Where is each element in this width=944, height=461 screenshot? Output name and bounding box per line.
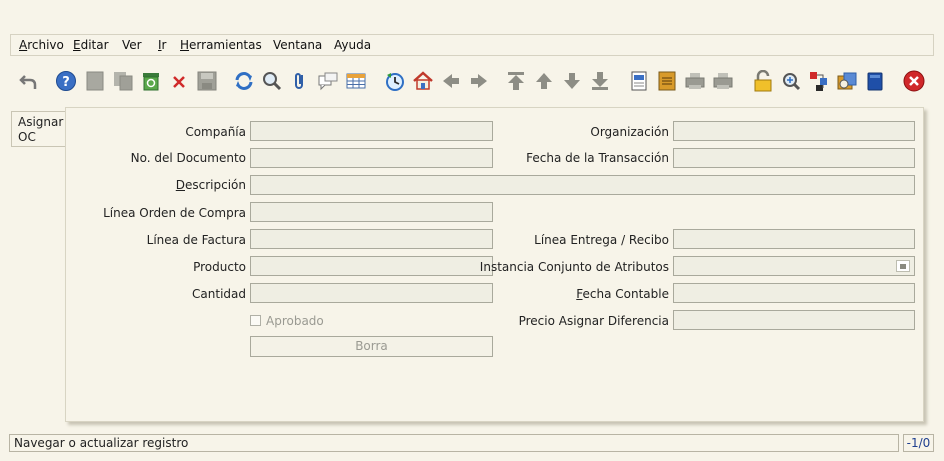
menu-herramientas[interactable]: Herramientas <box>180 38 262 52</box>
menu-herramientas-label: erramientas <box>189 38 262 52</box>
fecha-contable-label: Fecha Contable <box>576 287 669 301</box>
instancia-atributos-label: Instancia Conjunto de Atributos <box>479 260 669 274</box>
menu-editar-mnemonic: E <box>73 38 81 52</box>
compania-field[interactable] <box>250 121 493 141</box>
no-documento-field[interactable] <box>250 148 493 168</box>
compania-label: Compañía <box>185 125 246 139</box>
help-icon[interactable]: ? <box>53 66 79 96</box>
record-info[interactable]: -1/0 <box>903 434 934 452</box>
svg-text:?: ? <box>62 75 70 90</box>
linea-orden-compra-field[interactable] <box>250 202 493 222</box>
cantidad-label: Cantidad <box>192 287 246 301</box>
organizacion-label: Organización <box>590 125 669 139</box>
print-icon[interactable] <box>710 66 736 96</box>
descripcion-label-rest: escripción <box>185 178 246 192</box>
cantidad-field[interactable] <box>250 283 493 303</box>
fecha-contable-field[interactable] <box>673 283 915 303</box>
menu-ayuda[interactable]: Ayuda <box>334 38 371 52</box>
next-icon[interactable] <box>466 66 492 96</box>
menu-ver[interactable]: Ver <box>122 38 142 52</box>
first-record-icon[interactable] <box>503 66 529 96</box>
producto-field[interactable] <box>250 256 493 276</box>
exit-icon[interactable] <box>901 66 927 96</box>
requests-icon[interactable] <box>834 66 860 96</box>
previous-record-icon[interactable] <box>531 66 557 96</box>
menu-archivo[interactable]: Archivo <box>19 38 64 52</box>
menu-ventana[interactable]: Ventana <box>273 38 322 52</box>
home-icon[interactable] <box>410 66 436 96</box>
fecha-contable-label-rest: echa Contable <box>582 287 669 301</box>
linea-factura-field[interactable] <box>250 229 493 249</box>
print-preview-icon[interactable] <box>682 66 708 96</box>
menu-editar-label: ditar <box>80 38 109 52</box>
zoom-across-icon[interactable] <box>778 66 804 96</box>
report-icon[interactable] <box>626 66 652 96</box>
precio-diferencia-field[interactable] <box>673 310 915 330</box>
find-icon[interactable] <box>259 66 285 96</box>
delete-icon[interactable] <box>138 66 164 96</box>
copy-record-icon[interactable] <box>110 66 136 96</box>
fecha-transaccion-field[interactable] <box>673 148 915 168</box>
product-info-icon[interactable] <box>862 66 888 96</box>
toolbar: ? <box>0 66 944 98</box>
precio-diferencia-label: Precio Asignar Diferencia <box>518 314 669 328</box>
aprobado-checkbox[interactable] <box>250 315 261 326</box>
delete-selection-icon[interactable] <box>166 66 192 96</box>
menu-ir[interactable]: Ir <box>158 38 166 52</box>
next-record-icon[interactable] <box>559 66 585 96</box>
status-bar: Navegar o actualizar registro <box>9 434 899 452</box>
menu-ir-label: r <box>161 38 167 52</box>
menu-bar: Archivo Editar Ver Ir Herramientas Venta… <box>10 34 934 56</box>
linea-orden-compra-label: Línea Orden de Compra <box>103 206 246 220</box>
lookup-icon <box>900 263 906 269</box>
menu-archivo-mnemonic: A <box>19 38 28 52</box>
new-record-icon[interactable] <box>82 66 108 96</box>
borra-button[interactable]: Borra <box>250 336 493 357</box>
history-icon[interactable] <box>382 66 408 96</box>
aprobado-label: Aprobado <box>266 314 324 328</box>
instancia-atributos-field[interactable] <box>673 256 915 276</box>
chat-icon[interactable] <box>315 66 341 96</box>
refresh-icon[interactable] <box>231 66 257 96</box>
linea-entrega-label: Línea Entrega / Recibo <box>534 233 669 247</box>
linea-factura-label: Línea de Factura <box>146 233 246 247</box>
descripcion-mnemonic: D <box>175 178 185 192</box>
no-documento-label: No. del Documento <box>130 151 246 165</box>
menu-archivo-label: rchivo <box>27 38 64 52</box>
linea-entrega-field[interactable] <box>673 229 915 249</box>
tab-asignar-oc-line1: Asignar <box>18 115 64 129</box>
save-icon[interactable] <box>194 66 220 96</box>
descripcion-label: Descripción <box>176 178 246 192</box>
descripcion-field[interactable] <box>250 175 915 195</box>
last-record-icon[interactable] <box>587 66 613 96</box>
menu-herramientas-mnemonic: H <box>180 38 190 52</box>
active-workflows-icon[interactable] <box>806 66 832 96</box>
archive-icon[interactable] <box>654 66 680 96</box>
tab-asignar-oc-line2: OC <box>18 130 36 144</box>
fecha-transaccion-label: Fecha de la Transacción <box>526 151 669 165</box>
attribute-lookup-button[interactable] <box>896 260 910 272</box>
tab-asignar-oc[interactable]: Asignar OC <box>11 111 66 147</box>
lock-icon[interactable] <box>750 66 776 96</box>
organizacion-field[interactable] <box>673 121 915 141</box>
producto-label: Producto <box>193 260 246 274</box>
menu-editar[interactable]: Editar <box>73 38 109 52</box>
grid-toggle-icon[interactable] <box>343 66 369 96</box>
undo-icon[interactable] <box>15 66 41 96</box>
attachment-icon[interactable] <box>287 66 313 96</box>
previous-icon[interactable] <box>438 66 464 96</box>
